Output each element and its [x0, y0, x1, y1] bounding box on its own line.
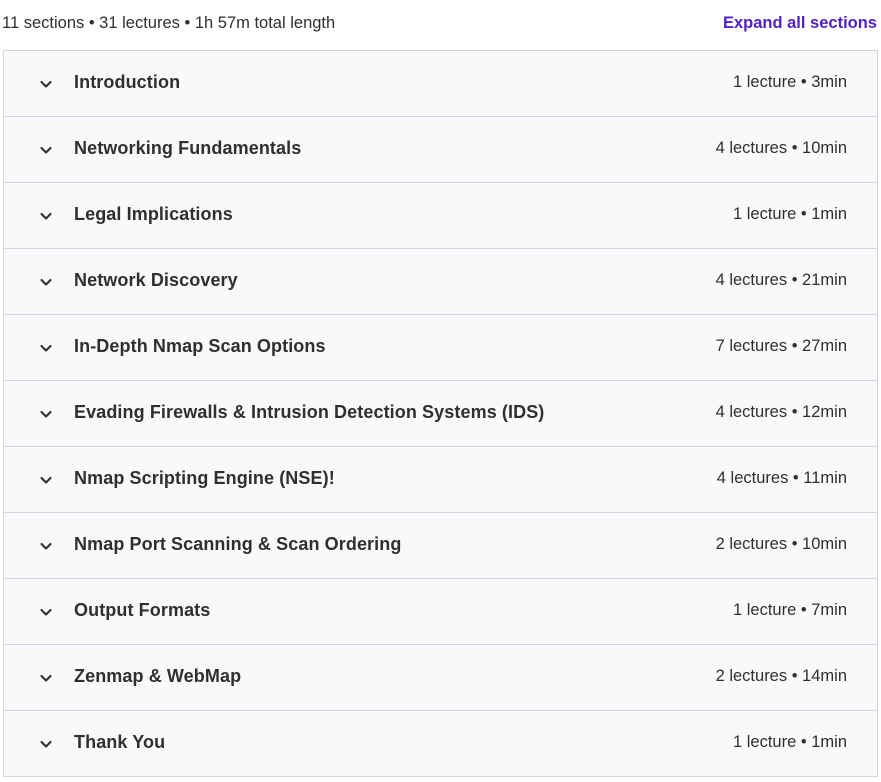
section-row[interactable]: In-Depth Nmap Scan Options 7 lectures • … — [4, 315, 877, 381]
course-sections-list: Introduction 1 lecture • 3min Networking… — [3, 50, 878, 777]
section-meta: 4 lectures • 10min — [715, 139, 847, 157]
section-meta: 1 lecture • 1min — [733, 205, 847, 223]
section-meta: 4 lectures • 12min — [715, 403, 847, 421]
chevron-down-icon — [38, 142, 54, 158]
section-title: Nmap Scripting Engine (NSE)! — [74, 468, 335, 488]
section-row[interactable]: Thank You 1 lecture • 1min — [4, 711, 877, 776]
chevron-down-icon — [38, 604, 54, 620]
section-title: Legal Implications — [74, 204, 233, 224]
chevron-down-icon — [38, 472, 54, 488]
chevron-down-icon — [38, 406, 54, 422]
section-title: Introduction — [74, 72, 181, 92]
chevron-down-icon — [38, 538, 54, 554]
section-row[interactable]: Nmap Scripting Engine (NSE)! 4 lectures … — [4, 447, 877, 513]
chevron-down-icon — [38, 274, 54, 290]
course-summary: 11 sections • 31 lectures • 1h 57m total… — [2, 14, 336, 32]
section-row[interactable]: Nmap Port Scanning & Scan Ordering 2 lec… — [4, 513, 877, 579]
chevron-down-icon — [38, 76, 54, 92]
section-title: Nmap Port Scanning & Scan Ordering — [74, 534, 402, 554]
section-row[interactable]: Evading Firewalls & Intrusion Detection … — [4, 381, 877, 447]
chevron-down-icon — [38, 736, 54, 752]
section-title: Networking Fundamentals — [74, 138, 302, 158]
course-content-page: 11 sections • 31 lectures • 1h 57m total… — [0, 0, 881, 782]
chevron-down-icon — [38, 208, 54, 224]
section-row[interactable]: Introduction 1 lecture • 3min — [4, 51, 877, 117]
section-title: Network Discovery — [74, 270, 238, 290]
section-row[interactable]: Networking Fundamentals 4 lectures • 10m… — [4, 117, 877, 183]
section-title: In-Depth Nmap Scan Options — [74, 336, 326, 356]
section-meta: 1 lecture • 1min — [733, 733, 847, 751]
chevron-down-icon — [38, 340, 54, 356]
section-meta: 4 lectures • 21min — [715, 271, 847, 289]
section-row[interactable]: Network Discovery 4 lectures • 21min — [4, 249, 877, 315]
section-title: Zenmap & WebMap — [74, 666, 242, 686]
section-row[interactable]: Legal Implications 1 lecture • 1min — [4, 183, 877, 249]
expand-all-sections-button[interactable]: Expand all sections — [723, 14, 877, 33]
section-title: Evading Firewalls & Intrusion Detection … — [74, 402, 545, 422]
section-meta: 4 lectures • 11min — [716, 469, 847, 487]
chevron-down-icon — [38, 670, 54, 686]
section-row[interactable]: Zenmap & WebMap 2 lectures • 14min — [4, 645, 877, 711]
section-row[interactable]: Output Formats 1 lecture • 7min — [4, 579, 877, 645]
section-meta: 1 lecture • 7min — [733, 601, 847, 619]
section-meta: 1 lecture • 3min — [733, 73, 847, 91]
section-meta: 7 lectures • 27min — [715, 337, 847, 355]
section-meta: 2 lectures • 10min — [715, 535, 847, 553]
course-content-header: 11 sections • 31 lectures • 1h 57m total… — [0, 0, 881, 50]
section-title: Output Formats — [74, 600, 211, 620]
section-meta: 2 lectures • 14min — [715, 667, 847, 685]
section-title: Thank You — [74, 732, 166, 752]
